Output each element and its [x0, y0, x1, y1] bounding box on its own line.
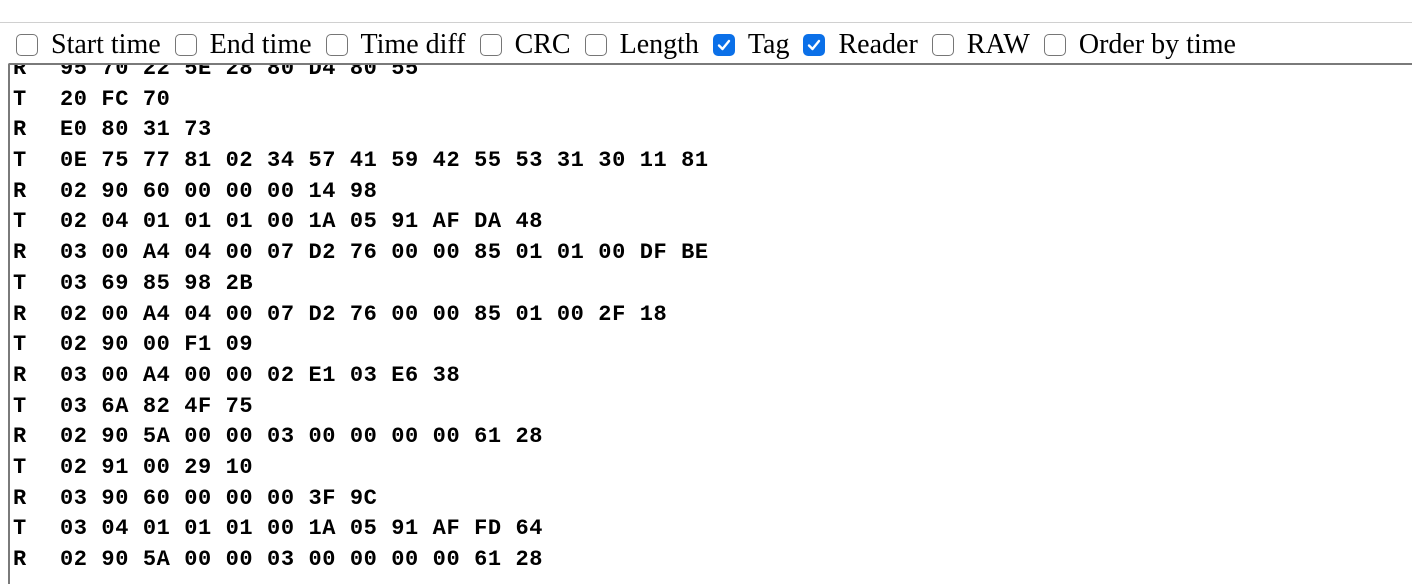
option-crc[interactable]: CRC [479, 29, 571, 61]
tag-checkbox[interactable] [712, 34, 735, 56]
log-line: T 0E 75 77 81 02 34 57 41 59 42 55 53 31 … [13, 146, 709, 177]
option-end-time[interactable]: End time [174, 29, 312, 61]
log-bytes: 02 04 01 01 01 00 1A 05 91 AF DA 48 [60, 209, 544, 235]
crc-label: CRC [514, 29, 571, 60]
log-line: T 20 FC 70 [13, 85, 709, 116]
log-bytes: 03 6A 82 4F 75 [60, 393, 254, 419]
log-direction: R [13, 63, 27, 81]
log-direction: T [13, 454, 27, 480]
option-length[interactable]: Length [584, 29, 699, 61]
log-bytes: 02 90 00 F1 09 [60, 332, 254, 358]
log-line: R 02 90 5A 00 00 03 00 00 00 00 61 28 [13, 545, 709, 576]
time-diff-checkbox[interactable] [325, 34, 348, 56]
option-time-diff[interactable]: Time diff [325, 29, 466, 61]
log-direction: T [13, 516, 27, 542]
reader-checkbox[interactable] [803, 34, 826, 56]
log-bytes: 02 00 A4 04 00 07 D2 76 00 00 85 01 00 2… [60, 301, 668, 327]
log-bytes: 02 91 00 29 10 [60, 454, 254, 480]
option-tag[interactable]: Tag [712, 29, 790, 61]
time-diff-label: Time diff [360, 29, 466, 60]
log-bytes: 02 90 60 00 00 00 14 98 [60, 178, 378, 204]
log-direction: R [13, 301, 27, 327]
log-direction: R [13, 117, 27, 143]
log-direction: T [13, 86, 27, 112]
checkmark-icon [808, 39, 821, 51]
log-line: T 02 04 01 01 01 00 1A 05 91 AF DA 48 [13, 207, 709, 238]
option-order-by-time[interactable]: Order by time [1043, 29, 1236, 61]
log-direction: R [13, 240, 27, 266]
log-bytes: 02 90 5A 00 00 03 00 00 00 00 61 28 [60, 424, 544, 450]
log-bytes: 03 90 60 00 00 00 3F 9C [60, 485, 378, 511]
log-line: R 03 00 A4 00 00 02 E1 03 E6 38 [13, 361, 709, 392]
log-line: R E0 80 31 73 [13, 115, 709, 146]
length-checkbox[interactable] [584, 34, 607, 56]
log-bytes: 03 00 A4 00 00 02 E1 03 E6 38 [60, 362, 461, 388]
log-direction: R [13, 362, 27, 388]
start-time-label: Start time [51, 29, 161, 60]
order-by-time-checkbox[interactable] [1043, 34, 1066, 56]
log-bytes: 95 70 22 5E 28 80 D4 80 55 [60, 63, 419, 81]
raw-checkbox[interactable] [931, 34, 954, 56]
log-line: R 95 70 22 5E 28 80 D4 80 55 [13, 63, 709, 85]
log-line: R 02 90 5A 00 00 03 00 00 00 00 61 28 [13, 422, 709, 453]
option-raw[interactable]: RAW [931, 29, 1030, 61]
display-options-bar: Start time End time Time diff CRC Length Tag R… [16, 29, 1236, 61]
log-line: T 02 90 00 F1 09 [13, 330, 709, 361]
top-divider [0, 22, 1412, 23]
log-line: T 03 04 01 01 01 00 1A 05 91 AF FD 64 [13, 514, 709, 545]
log-direction: R [13, 178, 27, 204]
log-direction: T [13, 209, 27, 235]
end-time-checkbox[interactable] [174, 34, 197, 56]
order-by-time-label: Order by time [1078, 29, 1236, 60]
raw-label: RAW [966, 29, 1030, 60]
checkmark-icon [717, 39, 731, 51]
log-bytes: E0 80 31 73 [60, 117, 212, 143]
log-line: R 03 90 60 00 00 00 3F 9C [13, 484, 709, 515]
log-bytes: 03 04 01 01 01 00 1A 05 91 AF FD 64 [60, 516, 544, 542]
log-direction: R [13, 424, 27, 450]
log-bytes: 0E 75 77 81 02 34 57 41 59 42 55 53 31 3… [60, 148, 709, 174]
log-bytes: 03 00 A4 04 00 07 D2 76 00 00 85 01 01 0… [60, 240, 709, 266]
crc-checkbox[interactable] [479, 34, 502, 56]
log-direction: T [13, 332, 27, 358]
log-bytes: 02 90 5A 00 00 03 00 00 00 00 61 28 [60, 547, 544, 572]
option-start-time[interactable]: Start time [16, 29, 161, 61]
log-direction: T [13, 148, 27, 174]
log-line: T 03 69 85 98 2B [13, 269, 709, 300]
log-bytes: 20 FC 70 [60, 86, 171, 112]
log-line: R 02 90 60 00 00 00 14 98 [13, 177, 709, 208]
log-direction: T [13, 393, 27, 419]
tag-label: Tag [747, 29, 790, 60]
log-line: R 03 00 A4 04 00 07 D2 76 00 00 85 01 01 … [13, 238, 709, 269]
log-line: R 02 00 A4 04 00 07 D2 76 00 00 85 01 00 … [13, 300, 709, 331]
length-label: Length [619, 29, 699, 60]
trace-log: R 95 70 22 5E 28 80 D4 80 55 T 20 FC 70 R E0 … [13, 63, 709, 576]
option-reader[interactable]: Reader [803, 29, 918, 61]
log-direction: R [13, 485, 27, 511]
reader-label: Reader [838, 29, 918, 60]
log-line: T 02 91 00 29 10 [13, 453, 709, 484]
log-direction: T [13, 270, 27, 296]
log-line: T 03 6A 82 4F 75 [13, 392, 709, 423]
end-time-label: End time [209, 29, 312, 60]
log-bytes: 03 69 85 98 2B [60, 270, 254, 296]
trace-log-box[interactable]: R 95 70 22 5E 28 80 D4 80 55 T 20 FC 70 R E0 … [8, 63, 1412, 584]
log-direction: R [13, 547, 27, 572]
start-time-checkbox[interactable] [16, 34, 38, 56]
